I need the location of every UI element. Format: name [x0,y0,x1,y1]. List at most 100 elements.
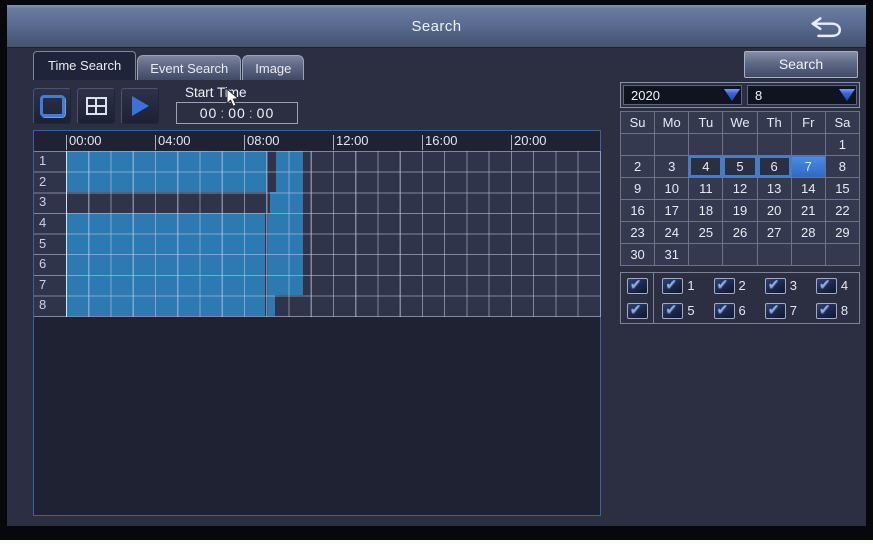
calendar-day-31[interactable]: 31 [654,243,690,266]
channel-checkbox-7[interactable]: ✔ [764,300,786,319]
timeline-row-ch8[interactable]: 8 [34,295,600,316]
calendar-day-5[interactable]: 5 [722,155,758,178]
tab-image[interactable]: Image [242,55,305,80]
calendar-day-10[interactable]: 10 [654,177,690,200]
checkbox-label: 8 [840,303,849,318]
calendar-day-6[interactable]: 6 [756,155,792,178]
back-button[interactable] [800,11,852,42]
calendar-day-29[interactable]: 29 [824,221,861,244]
timeline-track-ch7[interactable] [66,274,600,296]
check-icon: ✔ [716,300,729,317]
calendar-day-13[interactable]: 13 [756,177,792,200]
single-screen-button[interactable] [33,88,71,124]
timeline-hour-tick [155,135,156,150]
calendar-day-11[interactable]: 11 [688,177,724,200]
timeline-track-ch8[interactable] [66,295,600,316]
timeline-track-ch2[interactable] [66,171,600,193]
timeline-track-ch3[interactable] [66,192,600,213]
check-icon: ✔ [629,300,642,317]
calendar-day-empty [688,133,724,156]
play-icon [131,96,149,116]
master-checkbox-row1[interactable]: ✔ [626,276,648,294]
check-icon: ✔ [767,300,780,317]
calendar-day-14[interactable]: 14 [790,177,826,200]
channel-checkbox-group: ✔ 6 [706,300,757,319]
timeline-track-ch6[interactable] [66,254,600,275]
calendar-day-7[interactable]: 7 [790,155,826,178]
calendar-day-26[interactable]: 26 [722,221,758,244]
calendar-day-24[interactable]: 24 [654,221,690,244]
channel-checkbox-3[interactable]: ✔ [764,275,786,294]
timeline-track-ch5[interactable] [66,233,600,255]
calendar-day-1[interactable]: 1 [824,133,861,156]
timeline-row-ch6[interactable]: 6 [34,254,600,275]
timeline-row-ch1[interactable]: 1 [34,151,600,172]
dvr-search-screen: Search Time Search Event Search Image Sear… [0,0,873,544]
play-button[interactable] [121,88,159,124]
calendar-day-22[interactable]: 22 [824,199,861,222]
timeline-row-ch2[interactable]: 2 [34,171,600,193]
calendar-day-empty [619,133,656,156]
return-arrow-icon [811,16,842,37]
channel-checkbox-2[interactable]: ✔ [713,276,735,294]
quad-screen-button[interactable] [77,88,115,124]
calendar-day-27[interactable]: 27 [756,221,792,244]
calendar-day-18[interactable]: 18 [688,199,724,222]
timeline-track-ch4[interactable] [66,212,600,234]
calendar-day-4[interactable]: 4 [688,155,724,178]
calendar-day-21[interactable]: 21 [790,199,826,222]
tab-bar: Time Search Event Search Image [33,51,305,80]
timeline-row-ch5[interactable]: 5 [34,233,600,255]
timeline-hour-label: 12:00 [336,133,369,148]
calendar-day-25[interactable]: 25 [688,221,724,244]
timeline-channel-label: 3 [39,194,47,210]
channel-checkbox-8[interactable]: ✔ [815,301,837,319]
calendar-weekday-header: Tu [688,111,724,134]
calendar-day-empty [722,133,758,156]
timeline-row-ch3[interactable]: 3 [34,192,600,213]
timeline-hour-tick [422,135,423,150]
check-icon: ✔ [767,275,780,292]
timeline-hour-tick [66,135,67,150]
master-checkbox-row2[interactable]: ✔ [626,300,648,319]
channel-checkbox-5[interactable]: ✔ [662,301,684,319]
channel-checkbox-6[interactable]: ✔ [713,300,735,319]
start-time-seconds: 00 [256,105,275,121]
recording-segment [276,171,303,193]
timeline-track-ch1[interactable] [66,151,600,172]
month-value: 8 [755,87,763,103]
month-dropdown[interactable]: 8 [747,85,857,105]
calendar-day-2[interactable]: 2 [619,155,656,178]
recording-segment [66,171,268,193]
calendar-day-23[interactable]: 23 [619,221,656,244]
calendar-day-8[interactable]: 8 [824,155,861,178]
timeline-channel-label: 8 [39,297,47,313]
calendar-day-30[interactable]: 30 [619,243,656,266]
calendar-day-17[interactable]: 17 [654,199,690,222]
calendar-day-empty [756,243,792,266]
search-button[interactable]: Search [744,51,858,78]
recording-segment [268,233,303,255]
calendar-day-28[interactable]: 28 [790,221,826,244]
tab-event-search[interactable]: Event Search [137,55,242,80]
calendar-day-20[interactable]: 20 [756,199,792,222]
tab-time-search[interactable]: Time Search [33,51,137,80]
start-time-input[interactable]: 00:00:00 [176,102,298,124]
calendar-day-9[interactable]: 9 [619,177,656,200]
calendar-weekday-header: Su [619,111,656,134]
timeline-row-ch7[interactable]: 7 [34,274,600,296]
calendar-day-19[interactable]: 19 [722,199,758,222]
master-checkbox-cell: ✔ [621,273,655,298]
calendar-day-15[interactable]: 15 [824,177,861,200]
channel-checkbox-4[interactable]: ✔ [815,276,837,294]
calendar-day-12[interactable]: 12 [722,177,758,200]
year-dropdown[interactable]: 2020 [623,85,742,105]
timeline-row-ch4[interactable]: 4 [34,212,600,234]
channel-checkbox-1[interactable]: ✔ [662,276,684,294]
calendar-day-16[interactable]: 16 [619,199,656,222]
dropdown-arrow-icon [839,89,855,101]
calendar-day-3[interactable]: 3 [654,155,690,178]
timeline-hour-tick [511,135,512,150]
calendar-day-empty [722,243,758,266]
timeline-grid[interactable]: 1 2 3 4 5 6 7 8 [34,151,600,317]
